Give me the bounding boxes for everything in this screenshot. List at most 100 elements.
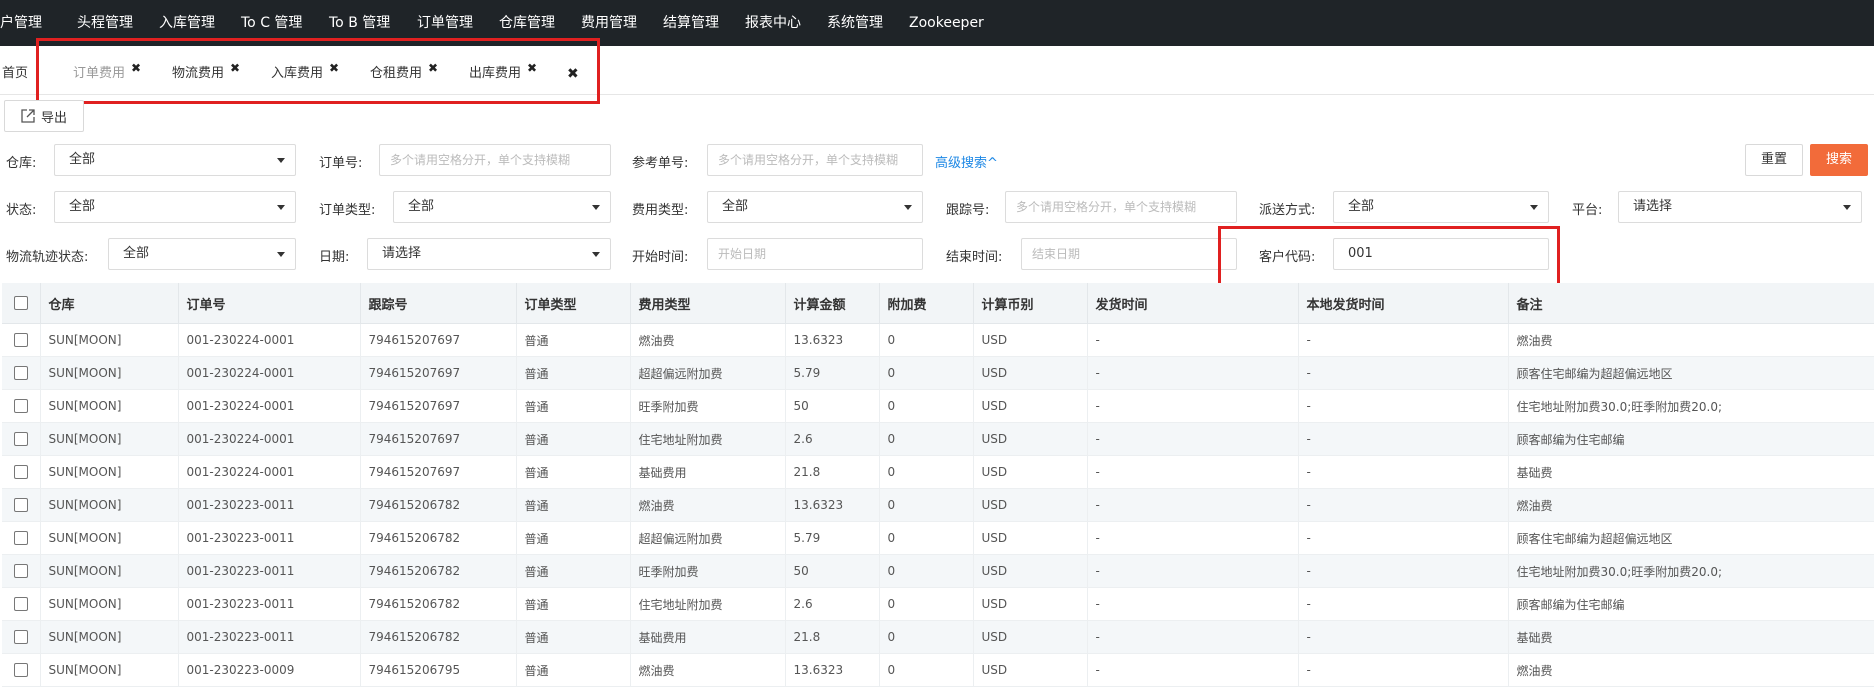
- tab-order-fee-label: 订单费用: [73, 66, 126, 81]
- nav-settlement[interactable]: 结算管理: [663, 0, 719, 46]
- cell-fee-type: 超超偏远附加费: [630, 356, 786, 390]
- nav-toc[interactable]: To C 管理: [241, 0, 302, 46]
- table-row[interactable]: SUN[MOON] 001-230223-0011 794615206782 普通 燃油…: [2, 488, 1874, 522]
- platform-select[interactable]: 请选择: [1618, 191, 1862, 223]
- cell-currency: USD: [973, 455, 1088, 489]
- row-checkbox[interactable]: [13, 597, 28, 612]
- tab-inbound-fee[interactable]: 入库费用 ✖: [271, 58, 339, 90]
- warehouse-select[interactable]: 全部: [54, 144, 296, 176]
- customer-code-input[interactable]: 001: [1333, 238, 1549, 270]
- cell-surcharge: 0: [879, 488, 974, 522]
- tab-order-fee[interactable]: 订单费用 ✖: [73, 58, 141, 90]
- row-checkbox[interactable]: [13, 432, 28, 447]
- cell-remark: 基础费: [1508, 620, 1874, 654]
- search-button[interactable]: 搜索: [1810, 144, 1868, 176]
- tab-outbound-fee-label: 出库费用: [469, 66, 522, 81]
- tab-outbound-fee[interactable]: 出库费用 ✖: [469, 58, 537, 90]
- select-all-checkbox[interactable]: [13, 296, 28, 310]
- cell-order-no: 001-230223-0011: [178, 620, 361, 654]
- date-value: 请选择: [382, 246, 422, 261]
- track-status-label: 物流轨迹状态:: [6, 250, 89, 265]
- cell-fee-type: 旺季附加费: [630, 554, 786, 588]
- row-checkbox[interactable]: [13, 498, 28, 513]
- col-order-no: 订单号: [178, 283, 361, 324]
- table-row[interactable]: SUN[MOON] 001-230223-0011 794615206782 普通 旺季…: [2, 554, 1874, 588]
- table-row[interactable]: SUN[MOON] 001-230224-0001 794615207697 普通 旺季…: [2, 389, 1874, 423]
- order-no-input[interactable]: 多个请用空格分开，单个支持模糊: [379, 144, 611, 176]
- end-time-input[interactable]: 结束日期: [1021, 238, 1237, 270]
- row-checkbox[interactable]: [13, 366, 28, 381]
- cell-tracking-no: 794615207697: [360, 356, 517, 390]
- nav-first-leg[interactable]: 头程管理: [77, 0, 133, 46]
- start-time-input[interactable]: 开始日期: [707, 238, 923, 270]
- row-checkbox[interactable]: [13, 564, 28, 579]
- close-icon[interactable]: ✖: [428, 52, 438, 84]
- fees-table: 仓库 订单号 跟踪号 订单类型 费用类型 计算金额 附加费 计算币别 发货时间 …: [2, 283, 1874, 687]
- fee-type-select[interactable]: 全部: [707, 191, 923, 223]
- cell-currency: USD: [973, 389, 1088, 423]
- cell-remark: 顾客邮编为住宅邮编: [1508, 422, 1874, 456]
- table-row[interactable]: SUN[MOON] 001-230224-0001 794615207697 普通 基础…: [2, 455, 1874, 489]
- nav-zookeeper[interactable]: Zookeeper: [909, 0, 984, 46]
- close-icon[interactable]: ✖: [329, 52, 339, 84]
- cell-surcharge: 0: [879, 521, 974, 555]
- table-row[interactable]: SUN[MOON] 001-230224-0001 794615207697 普通 住宅…: [2, 422, 1874, 456]
- close-icon[interactable]: ✖: [131, 52, 141, 84]
- nav-tob[interactable]: To B 管理: [329, 0, 390, 46]
- tracking-no-input[interactable]: 多个请用空格分开，单个支持模糊: [1005, 191, 1237, 223]
- cell-local-ship-time: -: [1298, 521, 1509, 555]
- nav-warehouse[interactable]: 仓库管理: [499, 0, 555, 46]
- close-icon[interactable]: ✖: [230, 52, 240, 84]
- cell-surcharge: 0: [879, 587, 974, 621]
- row-checkbox[interactable]: [13, 399, 28, 414]
- nav-customer[interactable]: 客户管理: [0, 0, 42, 46]
- nav-fees[interactable]: 费用管理: [581, 0, 637, 46]
- date-select[interactable]: 请选择: [367, 238, 611, 270]
- table-row[interactable]: SUN[MOON] 001-230223-0011 794615206782 普通 超超…: [2, 521, 1874, 555]
- close-all-tabs-button[interactable]: ✖: [567, 58, 579, 90]
- col-tracking-no: 跟踪号: [360, 283, 517, 324]
- row-select-cell: [2, 323, 41, 357]
- table-row[interactable]: SUN[MOON] 001-230223-0011 794615206782 普通 基础…: [2, 620, 1874, 654]
- nav-inbound[interactable]: 入库管理: [159, 0, 215, 46]
- fee-type-label: 费用类型:: [632, 203, 689, 218]
- table-row[interactable]: SUN[MOON] 001-230224-0001 794615207697 普通 超超…: [2, 356, 1874, 390]
- tab-logistics-fee[interactable]: 物流费用 ✖: [172, 58, 240, 90]
- cell-order-type: 普通: [516, 356, 631, 390]
- table-row[interactable]: SUN[MOON] 001-230223-0009 794615206795 普通 燃油…: [2, 653, 1874, 687]
- cell-warehouse: SUN[MOON]: [40, 653, 179, 687]
- ref-no-input[interactable]: 多个请用空格分开，单个支持模糊: [707, 144, 923, 176]
- advanced-search-link[interactable]: 高级搜索^: [935, 152, 998, 171]
- cell-remark: 顾客住宅邮编为超超偏远地区: [1508, 521, 1874, 555]
- nav-order[interactable]: 订单管理: [417, 0, 473, 46]
- cell-ship-time: -: [1087, 389, 1299, 423]
- order-type-select[interactable]: 全部: [393, 191, 611, 223]
- nav-reports[interactable]: 报表中心: [745, 0, 801, 46]
- cell-amount: 13.6323: [785, 653, 880, 687]
- status-select[interactable]: 全部: [54, 191, 296, 223]
- nav-system[interactable]: 系统管理: [827, 0, 883, 46]
- row-checkbox[interactable]: [13, 630, 28, 645]
- row-select-cell: [2, 554, 41, 588]
- cell-tracking-no: 794615206782: [360, 521, 517, 555]
- cell-order-no: 001-230223-0011: [178, 554, 361, 588]
- col-ship-time: 发货时间: [1087, 283, 1299, 324]
- tab-storage-fee[interactable]: 仓租费用 ✖: [370, 58, 438, 90]
- cell-tracking-no: 794615207697: [360, 389, 517, 423]
- row-checkbox[interactable]: [13, 663, 28, 678]
- reset-button[interactable]: 重置: [1745, 144, 1803, 176]
- row-checkbox[interactable]: [13, 531, 28, 546]
- cell-surcharge: 0: [879, 389, 974, 423]
- row-checkbox[interactable]: [13, 333, 28, 348]
- close-icon[interactable]: ✖: [527, 52, 537, 84]
- table-row[interactable]: SUN[MOON] 001-230223-0011 794615206782 普通 住宅…: [2, 587, 1874, 621]
- table-row[interactable]: SUN[MOON] 001-230224-0001 794615207697 普通 燃油…: [2, 323, 1874, 357]
- top-nav: 客户管理 头程管理 入库管理 To C 管理 To B 管理 订单管理 仓库管理…: [0, 0, 1874, 46]
- tab-home[interactable]: 首页: [2, 58, 28, 90]
- chevron-down-icon: [277, 252, 285, 257]
- cell-amount: 5.79: [785, 356, 880, 390]
- delivery-select[interactable]: 全部: [1333, 191, 1549, 223]
- export-button[interactable]: 导出: [4, 100, 84, 132]
- row-checkbox[interactable]: [13, 465, 28, 480]
- track-status-select[interactable]: 全部: [108, 238, 296, 270]
